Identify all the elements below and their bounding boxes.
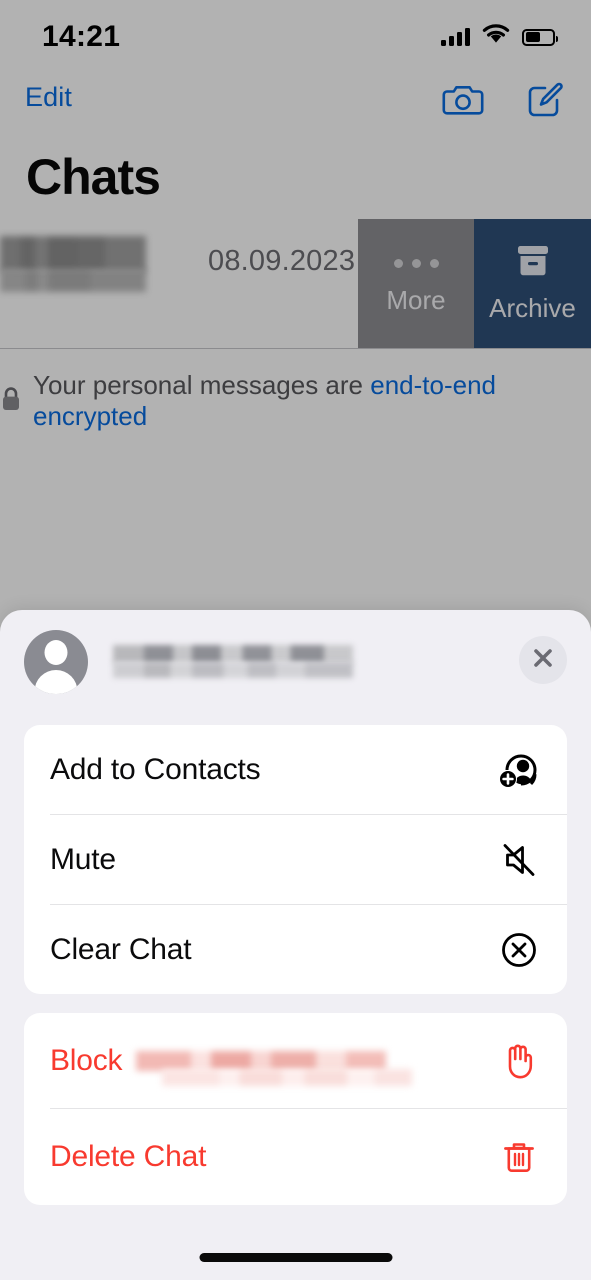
block-name-redacted-line2: [162, 1069, 412, 1086]
close-button[interactable]: [519, 636, 567, 684]
sheet-header: [0, 610, 591, 706]
home-indicator: [199, 1253, 392, 1262]
menu-item-mute[interactable]: Mute: [24, 815, 567, 905]
primary-actions-card: Add to Contacts Mute Clear Chat: [24, 725, 567, 994]
person-add-icon: [497, 748, 541, 792]
destructive-actions-card: Block Delete Chat: [24, 1013, 567, 1205]
menu-item-delete-chat-label: Delete Chat: [50, 1140, 207, 1173]
menu-item-clear-chat-label: Clear Chat: [50, 933, 192, 966]
contact-name-redacted: [113, 645, 353, 663]
trash-icon: [497, 1135, 541, 1179]
menu-item-block[interactable]: Block: [24, 1013, 567, 1109]
block-name-redacted: [136, 1051, 387, 1071]
speaker-mute-icon: [497, 838, 541, 882]
chat-actions-sheet: Add to Contacts Mute Clear Chat Block De…: [0, 610, 591, 1280]
raised-hand-icon: [497, 1039, 541, 1083]
person-avatar-icon: [24, 630, 88, 694]
x-circle-icon: [497, 928, 541, 972]
phone-screen: 14:21 Edit Chats 08.09.2023 More Archive…: [0, 0, 591, 1280]
menu-item-add-to-contacts-label: Add to Contacts: [50, 753, 261, 786]
menu-item-clear-chat[interactable]: Clear Chat: [24, 905, 567, 994]
contact-name-redacted-line2: [113, 662, 353, 678]
menu-item-delete-chat[interactable]: Delete Chat: [24, 1109, 567, 1205]
menu-item-add-to-contacts[interactable]: Add to Contacts: [24, 725, 567, 815]
close-icon: [530, 645, 556, 676]
menu-item-mute-label: Mute: [50, 843, 116, 876]
